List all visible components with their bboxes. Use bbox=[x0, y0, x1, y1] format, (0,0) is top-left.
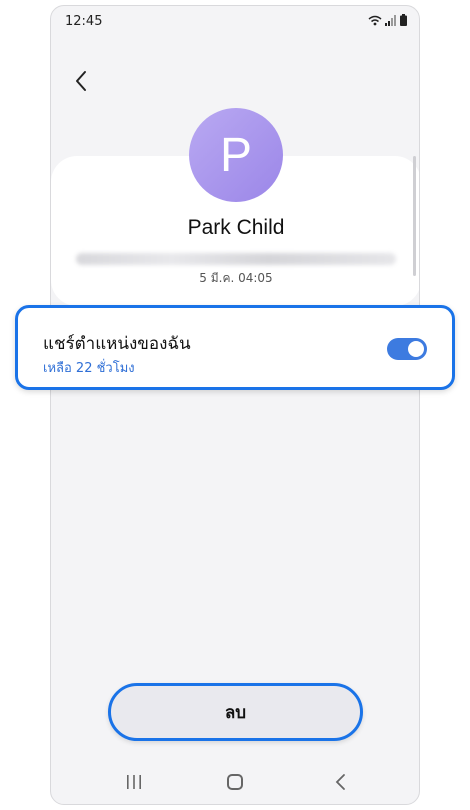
contact-time: 5 มี.ค. 04:05 bbox=[199, 271, 273, 285]
battery-icon bbox=[400, 14, 407, 26]
share-location-toggle[interactable] bbox=[387, 338, 427, 360]
share-location-title: แชร์ตำแหน่งของฉัน bbox=[43, 334, 191, 354]
signal-icon bbox=[385, 14, 396, 26]
status-time: 12:45 bbox=[65, 14, 103, 29]
wifi-icon bbox=[368, 15, 382, 25]
nav-bar bbox=[51, 766, 419, 804]
status-bar: 12:45 bbox=[51, 6, 419, 36]
back-button[interactable] bbox=[67, 66, 97, 96]
chevron-left-icon bbox=[76, 71, 86, 91]
address-redacted bbox=[76, 253, 396, 265]
contact-name: Park Child bbox=[187, 216, 285, 239]
delete-button[interactable]: ลบ bbox=[108, 683, 363, 741]
share-location-card[interactable]: แชร์ตำแหน่งของฉัน เหลือ 22 ชั่วโมง bbox=[15, 305, 455, 390]
toggle-knob bbox=[408, 341, 424, 357]
share-remaining-time: เหลือ 22 ชั่วโมง bbox=[43, 361, 135, 376]
nav-back-icon[interactable] bbox=[331, 772, 351, 792]
home-icon[interactable] bbox=[227, 774, 243, 790]
status-icons bbox=[368, 14, 407, 26]
avatar: P bbox=[189, 108, 283, 202]
recent-apps-icon[interactable] bbox=[125, 774, 143, 790]
scroll-indicator[interactable] bbox=[413, 156, 416, 276]
